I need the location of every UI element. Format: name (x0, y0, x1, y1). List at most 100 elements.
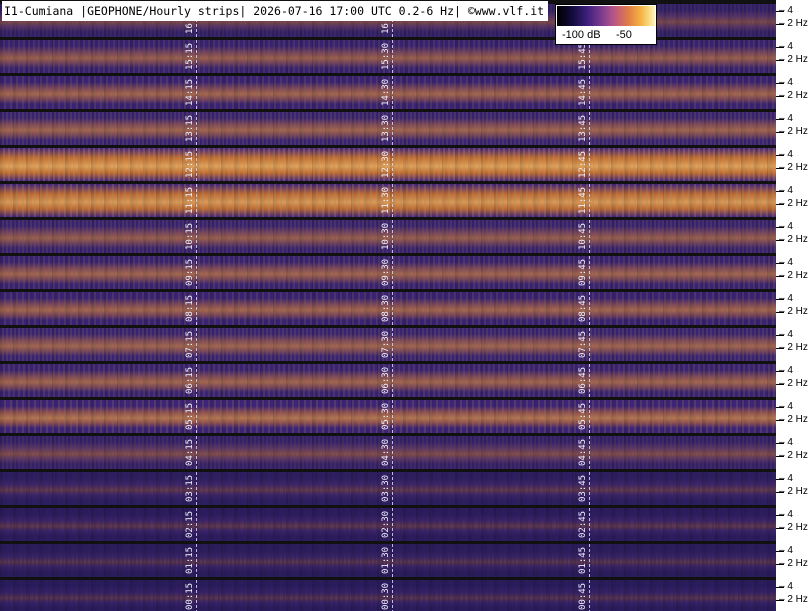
frequency-axis: – 4 – 2 Hz – 4 – 2 Hz – 4 – 2 Hz – 4 – 2 Hz – 4 –… (776, 0, 812, 611)
time-label: 06:15 (185, 366, 195, 394)
time-label: 08:15 (185, 294, 195, 322)
time-gridline (392, 508, 393, 541)
time-gridline (196, 292, 197, 325)
time-gridline (196, 436, 197, 469)
freq-tick-4-label: – 4 (779, 221, 793, 232)
time-label: 05:30 (381, 402, 391, 430)
freq-tick-2hz-label: – 2 Hz (779, 522, 808, 533)
time-label: 12:45 (578, 150, 588, 178)
spectrogram-strip: 04:15 04:30 04:45 (0, 436, 776, 469)
freq-tick-4-label: – 4 (779, 509, 793, 520)
time-gridline (196, 364, 197, 397)
time-label: 11:30 (381, 186, 391, 214)
time-gridline (196, 508, 197, 541)
time-gridline (392, 472, 393, 505)
time-label: 06:45 (578, 366, 588, 394)
freq-tick-4-label: – 4 (779, 293, 793, 304)
time-gridline (589, 148, 590, 181)
colorbar: -100 dB -50 (555, 4, 657, 45)
time-gridline (589, 220, 590, 253)
colorbar-gradient (557, 6, 655, 26)
time-gridline (392, 436, 393, 469)
freq-tick-2hz-label: – 2 Hz (779, 126, 808, 137)
time-gridline (196, 328, 197, 361)
time-gridline (589, 364, 590, 397)
spectrogram-plot: 16:1516:3016:4515:1515:3015:4514:1514:30… (0, 0, 776, 611)
time-label: 15:15 (185, 42, 195, 70)
time-label: 14:30 (381, 78, 391, 106)
time-gridline (196, 40, 197, 73)
time-label: 01:45 (578, 546, 588, 574)
freq-tick-4-label: – 4 (779, 113, 793, 124)
freq-tick-2hz-label: – 2 Hz (779, 18, 808, 29)
spectrogram-strip: 07:15 07:30 07:45 (0, 328, 776, 361)
time-gridline (392, 580, 393, 611)
freq-tick-2hz-label: – 2 Hz (779, 162, 808, 173)
spectrogram-strip: 00:15 00:30 00:45 (0, 580, 776, 611)
time-label: 02:30 (381, 510, 391, 538)
freq-tick-4-label: – 4 (779, 365, 793, 376)
freq-tick-2hz-label: – 2 Hz (779, 486, 808, 497)
freq-tick-2hz-label: – 2 Hz (779, 378, 808, 389)
freq-tick-2hz-label: – 2 Hz (779, 54, 808, 65)
time-gridline (589, 292, 590, 325)
plot-title: I1-Cumiana |GEOPHONE/Hourly strips| 2026… (2, 1, 549, 21)
spectrogram-strip: 14:15 14:30 14:45 (0, 76, 776, 109)
time-gridline (196, 220, 197, 253)
time-gridline (196, 544, 197, 577)
freq-tick-2hz-label: – 2 Hz (779, 270, 808, 281)
freq-tick-4-label: – 4 (779, 473, 793, 484)
spectrogram-strip: 11:15 11:30 11:45 (0, 184, 776, 217)
time-gridline (392, 544, 393, 577)
time-label: 10:30 (381, 222, 391, 250)
time-gridline (589, 508, 590, 541)
time-label: 11:45 (578, 186, 588, 214)
spectrogram-strip: 05:15 05:30 05:45 (0, 400, 776, 433)
time-label: 04:15 (185, 438, 195, 466)
spectrogram-strip: 02:15 02:30 02:45 (0, 508, 776, 541)
time-label: 13:45 (578, 114, 588, 142)
time-label: 02:15 (185, 510, 195, 538)
spectrogram-strip: 12:15 12:30 12:45 (0, 148, 776, 181)
time-label: 07:45 (578, 330, 588, 358)
time-gridline (589, 112, 590, 145)
time-label: 01:30 (381, 546, 391, 574)
time-gridline (589, 544, 590, 577)
colorbar-label-high: -50 (616, 29, 632, 41)
spectrogram-strip: 06:15 06:30 06:45 (0, 364, 776, 397)
time-gridline (196, 76, 197, 109)
time-label: 11:15 (185, 186, 195, 214)
time-gridline (392, 292, 393, 325)
time-label: 09:45 (578, 258, 588, 286)
time-gridline (392, 184, 393, 217)
time-label: 03:15 (185, 474, 195, 502)
freq-tick-4-label: – 4 (779, 437, 793, 448)
freq-tick-2hz-label: – 2 Hz (779, 198, 808, 209)
colorbar-label-low: -100 dB (562, 29, 601, 41)
time-gridline (196, 184, 197, 217)
freq-tick-4-label: – 4 (779, 401, 793, 412)
time-gridline (392, 256, 393, 289)
time-label: 06:30 (381, 366, 391, 394)
time-label: 14:45 (578, 78, 588, 106)
time-label: 15:30 (381, 42, 391, 70)
time-label: 13:30 (381, 114, 391, 142)
time-gridline (392, 112, 393, 145)
time-label: 14:15 (185, 78, 195, 106)
spectrogram-strip: 01:15 01:30 01:45 (0, 544, 776, 577)
time-label: 08:30 (381, 294, 391, 322)
time-label: 00:30 (381, 582, 391, 610)
freq-tick-2hz-label: – 2 Hz (779, 558, 808, 569)
freq-tick-4-label: – 4 (779, 149, 793, 160)
freq-tick-2hz-label: – 2 Hz (779, 414, 808, 425)
freq-tick-4-label: – 4 (779, 77, 793, 88)
time-label: 12:30 (381, 150, 391, 178)
freq-tick-4-label: – 4 (779, 185, 793, 196)
time-label: 15:45 (578, 42, 588, 70)
freq-tick-2hz-label: – 2 Hz (779, 342, 808, 353)
time-label: 07:15 (185, 330, 195, 358)
time-label: 10:45 (578, 222, 588, 250)
spectrogram-strip: 10:15 10:30 10:45 (0, 220, 776, 253)
time-label: 05:45 (578, 402, 588, 430)
time-gridline (589, 184, 590, 217)
